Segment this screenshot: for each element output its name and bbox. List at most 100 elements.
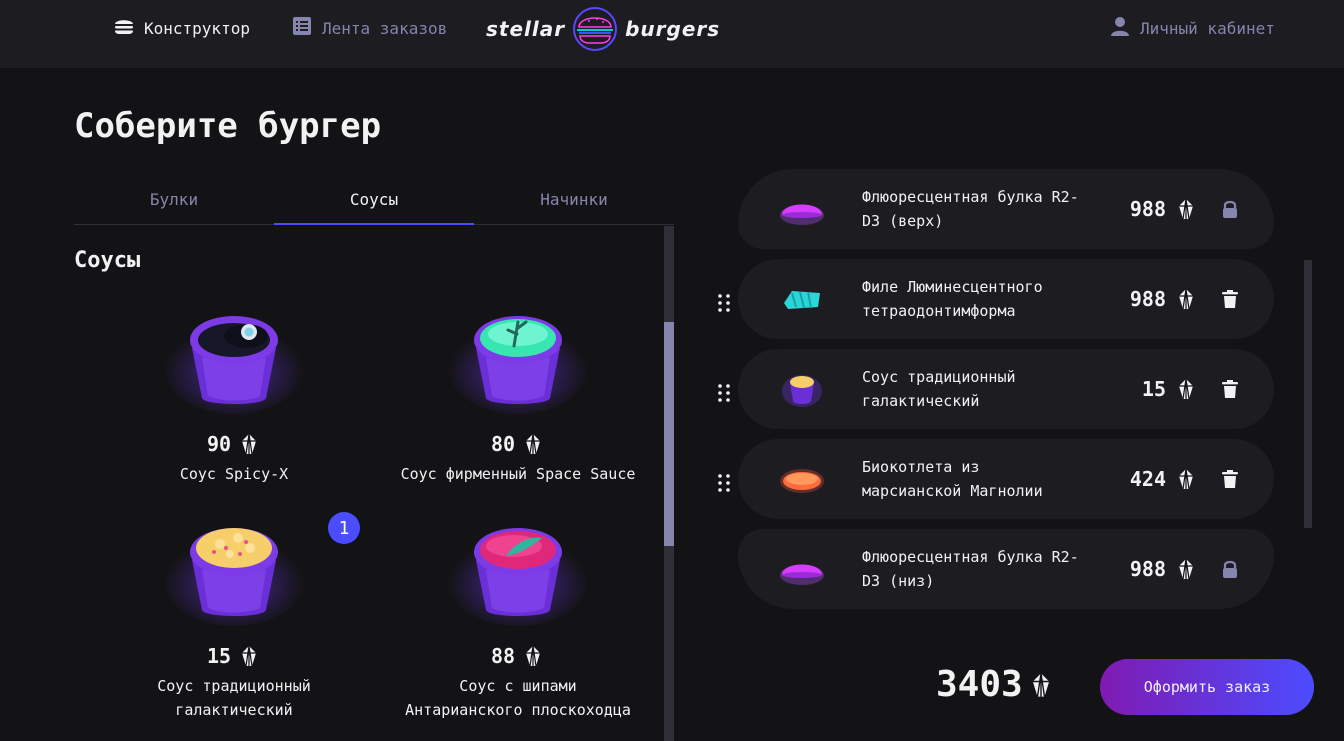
constructor-item-price: 424 <box>1130 467 1198 491</box>
currency-icon <box>521 644 545 668</box>
price-value: 15 <box>206 644 232 668</box>
constructor-item-name-line: Флюоресцентная булка R2- <box>862 548 1079 566</box>
sauce-traditional-small-icon <box>778 369 826 409</box>
nav-feed[interactable]: Лента заказов <box>290 0 447 56</box>
ingredient-name: Соус фирменный Space Sauce <box>400 465 636 483</box>
order-total: 3403 <box>936 664 1055 705</box>
currency-icon <box>1027 671 1055 699</box>
constructor-bun-bottom: Флюоресцентная булка R2- D3 (низ) 988 <box>738 529 1274 609</box>
patty-icon <box>778 459 826 499</box>
ingredient-price: 80 <box>378 432 658 456</box>
constructor-item-name-line: Соус традиционный <box>862 368 1016 386</box>
price-value: 988 <box>1129 557 1166 581</box>
drag-handle-icon[interactable] <box>712 381 736 405</box>
sauce-space-icon <box>434 306 602 416</box>
ingredient-name-line: Антарианского плоскоходца <box>405 701 631 719</box>
nav-feed-label: Лента заказов <box>322 18 448 38</box>
bun-icon <box>778 189 826 229</box>
app-header: Конструктор Лента заказов stellar burger… <box>0 0 1344 68</box>
ingredients-list[interactable]: Соусы 90 Соус Spicy-X 80 Соус фирменный … <box>74 226 674 741</box>
constructor-item-price: 15 <box>1142 377 1198 401</box>
lock-icon <box>1218 197 1242 221</box>
ingredient-name: Соус традиционный галактический <box>94 674 374 722</box>
constructor-item-name-line: марсианской Магнолии <box>862 482 1043 500</box>
logo-text-left: stellar <box>486 17 566 41</box>
currency-icon <box>237 432 261 456</box>
fish-fillet-icon <box>778 279 826 319</box>
ingredient-card[interactable]: 80 Соус фирменный Space Sauce <box>378 306 658 516</box>
ingredient-card[interactable]: 90 Соус Spicy-X <box>94 306 374 516</box>
constructor-scrollbar[interactable] <box>1304 260 1312 528</box>
currency-icon <box>521 432 545 456</box>
constructor-item-name-line: D3 (верх) <box>862 212 944 230</box>
tab-fillings[interactable]: Начинки <box>474 174 674 224</box>
constructor-item-name-line: Филе Люминесцентного <box>862 278 1043 296</box>
currency-icon <box>1174 197 1198 221</box>
logo-emblem-icon <box>573 7 618 51</box>
constructor-filling-item[interactable]: Соус традиционный галактический 15 <box>738 349 1274 429</box>
trash-icon[interactable] <box>1218 377 1242 401</box>
burger-icon <box>112 14 136 42</box>
constructor-bun-top: Флюоресцентная булка R2- D3 (верх) 988 <box>738 169 1274 249</box>
constructor-item-name-line: галактический <box>862 392 980 410</box>
currency-icon <box>1174 287 1198 311</box>
constructor-item-name: Соус традиционный галактический <box>862 365 1098 413</box>
ingredient-card[interactable]: 88 Соус с шипами Антарианского плоскоход… <box>378 518 658 728</box>
trash-icon[interactable] <box>1218 287 1242 311</box>
ingredient-name: Соус с шипами Антарианского плоскоходца <box>378 674 658 722</box>
constructor-item-name: Филе Люминесцентного тетраодонтимформа <box>862 275 1098 323</box>
ingredient-price: 15 <box>94 644 374 668</box>
bun-icon <box>778 549 826 589</box>
ingredients-scrollbar[interactable] <box>664 226 674 741</box>
constructor-filling-item[interactable]: Биокотлета из марсианской Магнолии 424 <box>738 439 1274 519</box>
lock-icon <box>1218 557 1242 581</box>
tab-sauces[interactable]: Соусы <box>274 174 474 225</box>
ingredient-name-line: Соус с шипами <box>459 677 577 695</box>
sauce-spicy-icon <box>150 306 318 416</box>
nav-profile[interactable]: Личный кабинет <box>1108 0 1275 56</box>
nav-constructor[interactable]: Конструктор <box>112 0 250 56</box>
price-value: 88 <box>490 644 516 668</box>
profile-icon <box>1108 14 1132 42</box>
constructor-item-name: Флюоресцентная булка R2- D3 (верх) <box>862 185 1098 233</box>
sauce-traditional-icon <box>150 518 318 628</box>
ingredient-name: Соус Spicy-X <box>179 465 289 483</box>
constructor-item-name: Биокотлета из марсианской Магнолии <box>862 455 1098 503</box>
logo-text-right: burgers <box>625 17 721 41</box>
ingredients-scrollbar-thumb[interactable] <box>664 322 674 546</box>
tab-buns[interactable]: Булки <box>74 174 274 224</box>
ingredient-tabs: Булки Соусы Начинки <box>74 174 674 225</box>
sauce-spikes-icon <box>434 518 602 628</box>
nav-profile-label: Личный кабинет <box>1140 18 1275 38</box>
drag-handle-icon[interactable] <box>712 291 736 315</box>
price-value: 80 <box>490 432 516 456</box>
constructor-item-price: 988 <box>1130 557 1198 581</box>
price-value: 15 <box>1141 377 1166 401</box>
currency-icon <box>1174 557 1198 581</box>
ingredient-name-line: Соус традиционный <box>157 677 311 695</box>
trash-icon[interactable] <box>1218 467 1242 491</box>
place-order-button[interactable]: Оформить заказ <box>1100 659 1314 715</box>
price-value: 424 <box>1129 467 1166 491</box>
constructor-item-name: Флюоресцентная булка R2- D3 (низ) <box>862 545 1098 593</box>
section-title: Соусы <box>74 248 141 273</box>
constructor-item-name-line: тетраодонтимформа <box>862 302 1016 320</box>
price-value: 988 <box>1129 197 1166 221</box>
ingredient-price: 88 <box>378 644 658 668</box>
ingredient-card[interactable]: 15 Соус традиционный галактический <box>94 518 374 728</box>
constructor-filling-item[interactable]: Филе Люминесцентного тетраодонтимформа 9… <box>738 259 1274 339</box>
currency-icon <box>1174 467 1198 491</box>
currency-icon <box>1174 377 1198 401</box>
price-value: 90 <box>206 432 232 456</box>
constructor-item-price: 988 <box>1130 287 1198 311</box>
currency-icon <box>237 644 261 668</box>
page-title: Соберите бургер <box>74 106 382 146</box>
total-value: 3403 <box>936 664 1023 705</box>
constructor-item-name-line: Биокотлета из <box>862 458 980 476</box>
drag-handle-icon[interactable] <box>712 471 736 495</box>
nav-constructor-label: Конструктор <box>144 18 250 38</box>
list-icon <box>290 14 314 42</box>
ingredient-count-badge: 1 <box>328 512 360 544</box>
logo[interactable]: stellar burgers <box>486 6 778 52</box>
ingredient-name-line: галактический <box>175 701 293 719</box>
